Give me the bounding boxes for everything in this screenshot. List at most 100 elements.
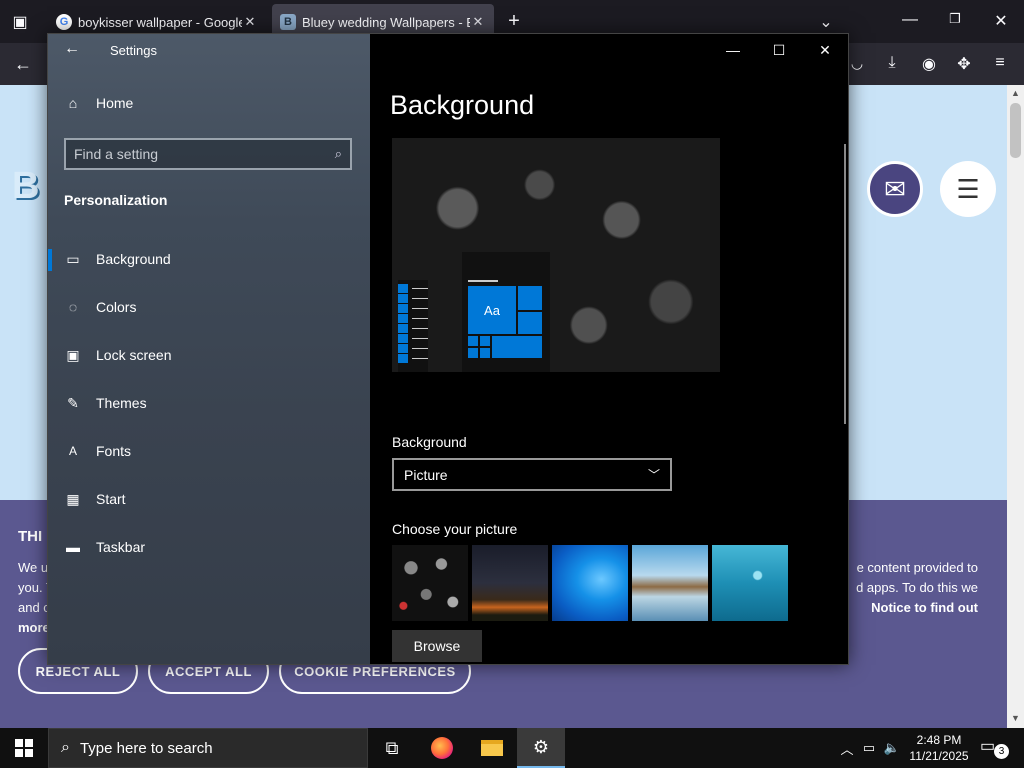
network-icon[interactable]: ▭ [860, 728, 878, 768]
preview-tile: Aa [468, 286, 516, 334]
browse-button[interactable]: Browse [392, 630, 482, 662]
find-setting-input[interactable] [74, 146, 335, 162]
menu-hamburger-icon[interactable]: ≡ [989, 54, 1011, 72]
notification-count-badge: 3 [994, 744, 1009, 759]
list-tabs-chevron-icon[interactable]: ⌄ [816, 12, 836, 32]
background-dropdown[interactable]: Picture ﹀ [392, 458, 672, 491]
scroll-thumb[interactable] [1010, 103, 1021, 158]
picture-icon: ▭ [66, 250, 80, 267]
preview-tile [480, 348, 490, 358]
preview-tile [518, 312, 542, 334]
preview-tile [468, 348, 478, 358]
home-label: Home [96, 95, 134, 111]
firefox-icon [431, 737, 453, 759]
account-icon[interactable]: ◉ [918, 54, 940, 74]
pocket-icon[interactable]: ◡ [846, 55, 868, 72]
start-icon: ▦ [66, 490, 80, 507]
notification-icon: ▭ [980, 738, 996, 755]
close-tab-icon[interactable]: ✕ [470, 14, 486, 30]
preview-tile [468, 336, 478, 346]
firefox-taskbar-button[interactable] [418, 728, 466, 768]
picture-thumbnail[interactable] [632, 545, 708, 621]
start-button[interactable] [0, 728, 48, 768]
window-caption-buttons: — ☐ ✕ [710, 34, 848, 66]
find-setting-search[interactable]: ⌕ [64, 138, 352, 170]
choose-picture-label: Choose your picture [392, 521, 518, 537]
minimize-browser-icon[interactable]: — [900, 11, 920, 29]
minimize-icon[interactable]: — [710, 34, 756, 66]
sidebar-item-themes[interactable]: ✎ Themes [48, 383, 370, 423]
gear-icon: ⚙ [532, 736, 550, 757]
tab-title: Bluey wedding Wallpapers - Blu [302, 14, 470, 30]
preview-start-list [398, 280, 428, 372]
preview-line [398, 334, 428, 343]
preview-line [398, 294, 428, 303]
chevron-down-icon: ﹀ [647, 468, 660, 482]
new-tab-icon[interactable]: + [504, 10, 524, 33]
settings-taskbar-button[interactable]: ⚙ [517, 728, 565, 768]
content-scrollbar[interactable] [844, 144, 846, 424]
settings-content: — ☐ ✕ Background Aa Background Picture ﹀… [370, 34, 848, 664]
tab-overview-icon[interactable]: ▣ [10, 12, 30, 32]
scroll-down-icon[interactable]: ▼ [1007, 713, 1024, 723]
picture-thumbnail[interactable] [472, 545, 548, 621]
back-arrow-icon[interactable]: ← [12, 54, 34, 75]
page-title: Background [390, 90, 535, 120]
task-view-button[interactable]: ⧉ [368, 728, 416, 768]
home-icon: ⌂ [68, 95, 78, 111]
sidebar-item-label: Background [96, 251, 171, 267]
mail-button[interactable]: ✉ [867, 161, 923, 217]
extensions-icon[interactable]: ✥ [953, 54, 975, 74]
site-menu-button[interactable]: ☰ [940, 161, 996, 217]
close-icon[interactable]: ✕ [802, 34, 848, 66]
sidebar-item-label: Themes [96, 395, 147, 411]
back-arrow-icon[interactable]: ← [64, 40, 80, 58]
restore-browser-icon[interactable]: ❐ [945, 11, 965, 27]
show-hidden-icons-button[interactable]: ︿ [838, 728, 856, 768]
volume-muted-icon[interactable]: 🔈 [882, 728, 902, 768]
sidebar-item-label: Taskbar [96, 539, 146, 555]
home-nav-item[interactable]: ⌂ Home [64, 94, 134, 112]
page-scrollbar[interactable]: ▲ ▼ [1007, 85, 1024, 728]
file-explorer-taskbar-button[interactable] [468, 728, 516, 768]
sidebar-item-background[interactable]: ▭ Background [48, 239, 370, 279]
palette-icon: ◌ [68, 299, 78, 315]
sidebar-item-label: Fonts [96, 443, 132, 459]
site-favicon-icon: B [280, 14, 296, 30]
scroll-up-icon[interactable]: ▲ [1007, 88, 1024, 98]
tab-title: boykisser wallpaper - Google Se [78, 14, 242, 30]
sidebar-item-colors[interactable]: ◌ Colors [48, 287, 370, 327]
picture-thumbnail[interactable] [712, 545, 788, 621]
sidebar-item-lock-screen[interactable]: ▣ Lock screen [48, 335, 370, 375]
clock-date: 11/21/2025 [909, 749, 969, 763]
preview-menu-bar [468, 280, 498, 282]
sidebar-item-fonts[interactable]: A Fonts [48, 431, 370, 471]
section-heading: Personalization [64, 192, 168, 208]
search-icon[interactable]: ⌕ [335, 146, 342, 162]
site-logo[interactable]: B [12, 165, 39, 208]
taskbar-clock[interactable]: 2:48 PM 11/21/2025 [906, 732, 972, 764]
search-icon: ⌕ [61, 739, 70, 756]
close-browser-icon[interactable]: ✕ [991, 11, 1011, 31]
sidebar-item-taskbar[interactable]: ▬ Taskbar [48, 527, 370, 567]
preview-line [398, 344, 428, 353]
settings-window: ← Settings ⌂ Home ⌕ Personalization ▭ Ba… [47, 33, 849, 665]
task-view-icon: ⧉ [385, 737, 399, 758]
settings-sidebar: ← Settings ⌂ Home ⌕ Personalization ▭ Ba… [48, 34, 370, 664]
download-icon[interactable]: ⤓ [881, 54, 903, 72]
app-title: Settings [110, 43, 157, 58]
notification-center-button[interactable]: ▭ 3 [980, 736, 1010, 760]
background-preview: Aa [392, 138, 720, 372]
picture-thumbnail[interactable] [552, 545, 628, 621]
cookie-line: e content provided to [856, 560, 978, 575]
preview-line [398, 284, 428, 293]
maximize-icon[interactable]: ☐ [756, 34, 802, 66]
sidebar-item-start[interactable]: ▦ Start [48, 479, 370, 519]
preview-line [398, 304, 428, 313]
preview-start-menu: Aa [462, 252, 550, 372]
picture-thumbnail[interactable] [392, 545, 468, 621]
privacy-notice-link[interactable]: Notice to find out [871, 598, 978, 618]
close-tab-icon[interactable]: ✕ [242, 14, 258, 30]
sidebar-item-label: Colors [96, 299, 137, 315]
taskbar-search[interactable]: ⌕ Type here to search [48, 728, 368, 768]
